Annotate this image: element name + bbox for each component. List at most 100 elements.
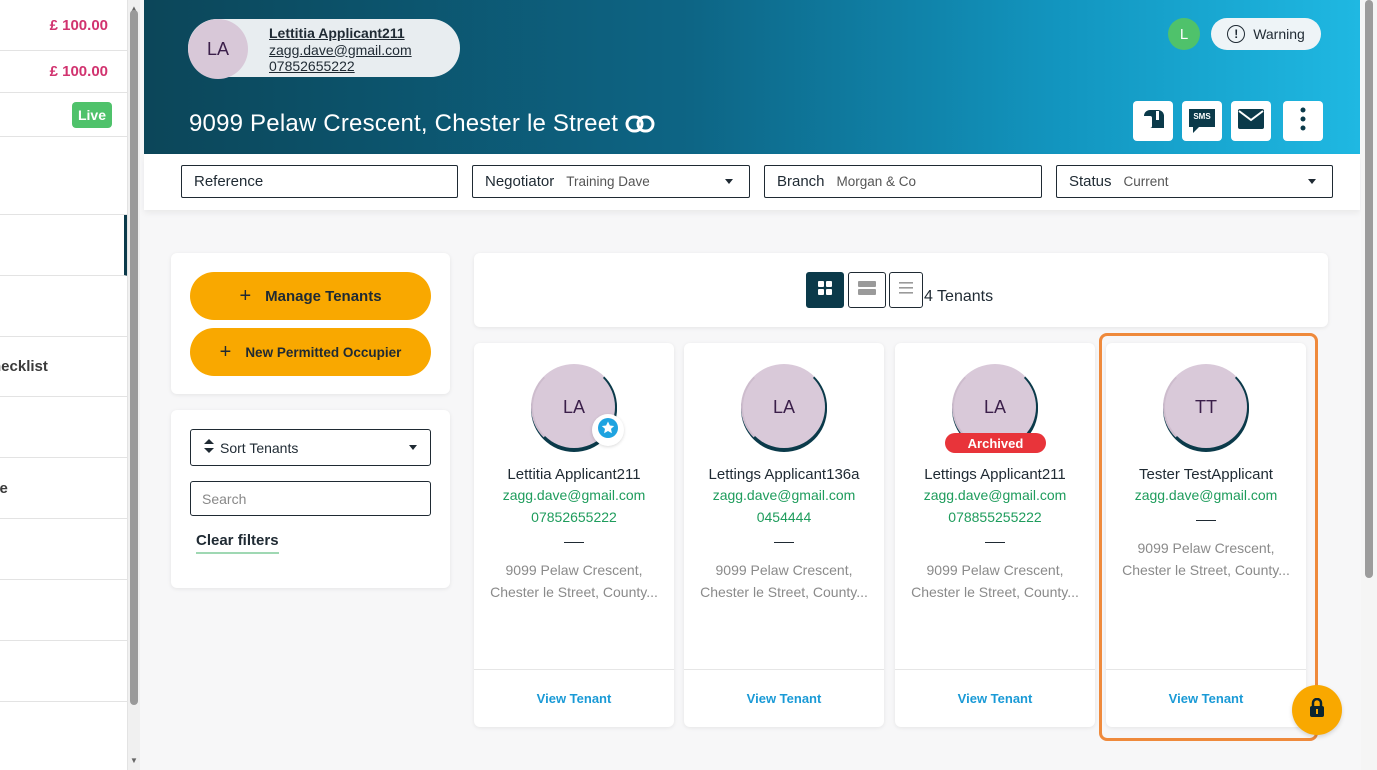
alert-icon: ! (1227, 25, 1246, 43)
tenant-email[interactable]: zagg.dave@gmail.com (474, 487, 674, 503)
lock-icon (1307, 697, 1327, 723)
left-panel: £ 100.00 £ 100.00 Live hecklist e nce (0, 0, 128, 770)
divider (774, 542, 794, 543)
tenant-name: Lettitia Applicant211 (507, 466, 641, 483)
warning-label: Warning (1253, 26, 1305, 42)
sms-label: SMS (1193, 112, 1211, 121)
link-icon[interactable] (625, 110, 655, 143)
negotiator-select[interactable]: Negotiator Training Dave (472, 165, 750, 198)
reference-field[interactable]: Reference (181, 165, 458, 198)
sidebar-item[interactable] (0, 276, 127, 337)
branch-label: Branch (777, 173, 825, 190)
divider (564, 542, 584, 543)
negotiator-label: Negotiator (485, 173, 555, 190)
status-value: Current (1123, 174, 1169, 189)
divider (684, 669, 884, 670)
branch-value: Morgan & Co (836, 174, 917, 189)
view-tenant-link[interactable]: View Tenant (474, 691, 674, 706)
archived-badge: Archived (945, 433, 1046, 453)
sort-tenants-select[interactable]: Sort Tenants (190, 429, 431, 466)
search-input[interactable] (190, 481, 431, 516)
view-tenant-link[interactable]: View Tenant (684, 691, 884, 706)
tenant-address-line: 9099 Pelaw Crescent, (715, 562, 853, 578)
mailbox-button[interactable] (1133, 101, 1173, 141)
sidebar-item-checklist[interactable]: hecklist (0, 337, 127, 397)
divider (985, 542, 1005, 543)
tenant-email[interactable]: zagg.dave@gmail.com (1106, 487, 1306, 503)
sidebar-item[interactable]: nce (0, 458, 127, 519)
grid-view-button[interactable] (806, 272, 844, 308)
tenant-phone[interactable]: 078855255222 (895, 509, 1095, 525)
plus-icon: + (239, 284, 252, 307)
caret-down-icon (409, 445, 417, 450)
contact-phone-link[interactable]: 07852655222 (269, 58, 412, 75)
tenant-address-line: Chester le Street, County... (911, 584, 1079, 600)
divider (895, 669, 1095, 670)
page-title: 9099 Pelaw Crescent, Chester le Street (189, 110, 619, 137)
tenant-count: 4 Tenants (924, 288, 994, 305)
sidebar-item-active[interactable] (0, 215, 127, 276)
sidebar-item[interactable] (0, 154, 127, 215)
price-row: £ 100.00 (0, 0, 127, 51)
sidebar-item-label: nce (0, 479, 8, 497)
card-list-view-button[interactable] (848, 272, 886, 308)
list-icon (899, 281, 913, 299)
tenant-email[interactable]: zagg.dave@gmail.com (684, 487, 884, 503)
new-permitted-occupier-button[interactable]: + New Permitted Occupier (190, 328, 431, 376)
sidebar-item[interactable] (0, 641, 127, 702)
contact-name-link[interactable]: Lettitia Applicant211 (269, 25, 412, 42)
email-button[interactable] (1231, 101, 1271, 141)
tenant-address-line: Chester le Street, County... (700, 584, 868, 600)
clear-filters-link[interactable]: Clear filters (196, 532, 279, 554)
kebab-menu-icon (1300, 107, 1306, 136)
envelope-icon (1237, 108, 1265, 135)
sidebar-item[interactable]: e (0, 397, 127, 458)
reference-label: Reference (194, 173, 264, 190)
caret-down-icon (725, 179, 733, 184)
price-value: £ 100.00 (49, 16, 108, 34)
tenant-actions-card: + Manage Tenants + New Permitted Occupie… (171, 253, 450, 394)
list-view-button[interactable] (889, 272, 923, 308)
page-scrollbar[interactable] (1361, 0, 1377, 770)
manage-tenants-button[interactable]: + Manage Tenants (190, 272, 431, 320)
sort-icon (204, 439, 214, 456)
new-permitted-occupier-label: New Permitted Occupier (245, 344, 402, 360)
scroll-thumb[interactable] (130, 10, 138, 705)
status-select[interactable]: Status Current (1056, 165, 1333, 198)
caret-down-icon (1308, 179, 1316, 184)
view-tenant-link[interactable]: View Tenant (895, 691, 1095, 706)
contact-email-link[interactable]: zagg.dave@gmail.com (269, 42, 412, 59)
tenant-toolbar: 4 Tenants (474, 253, 1328, 327)
tenant-address-line: 9099 Pelaw Crescent, (505, 562, 643, 578)
left-scrollbar[interactable]: ▲ ▼ (128, 0, 140, 770)
tenant-email[interactable]: zagg.dave@gmail.com (895, 487, 1095, 503)
sidebar-item-label: hecklist (0, 358, 48, 375)
more-options-button[interactable] (1283, 101, 1323, 141)
branch-field[interactable]: Branch Morgan & Co (764, 165, 1042, 198)
sidebar-item[interactable] (0, 519, 127, 580)
property-header: LA Lettitia Applicant211 zagg.dave@gmail… (144, 0, 1360, 154)
tenant-phone[interactable]: 07852655222 (474, 509, 674, 525)
sort-tenants-label: Sort Tenants (220, 439, 299, 456)
tenant-address-line: Chester le Street, County... (1122, 562, 1290, 578)
tenant-card: LA Lettitia Applicant211 zagg.dave@gmail… (474, 343, 674, 727)
scroll-thumb[interactable] (1365, 0, 1373, 578)
live-badge: Live (71, 101, 112, 128)
filter-bar: Reference Negotiator Training Dave Branc… (144, 154, 1360, 210)
sms-button[interactable]: SMS (1182, 101, 1222, 141)
tenant-card: LA Lettings Applicant136a zagg.dave@gmai… (684, 343, 884, 727)
avatar: LA (741, 364, 827, 450)
sidebar-item[interactable] (0, 580, 127, 641)
warning-button[interactable]: ! Warning (1211, 18, 1321, 50)
scroll-down-icon[interactable]: ▼ (130, 756, 138, 765)
tenant-card: TT Tester TestApplicant zagg.dave@gmail.… (1106, 343, 1306, 727)
tenant-address-line: 9099 Pelaw Crescent, (1137, 540, 1275, 556)
grid-icon (818, 280, 832, 300)
plus-icon: + (219, 340, 232, 363)
rows-icon (858, 280, 876, 300)
help-button[interactable] (1292, 685, 1342, 735)
tenant-phone[interactable]: 0454444 (684, 509, 884, 525)
user-avatar[interactable]: L (1168, 18, 1200, 50)
view-tenant-link[interactable]: View Tenant (1106, 691, 1306, 706)
tenant-address-line: Chester le Street, County... (490, 584, 658, 600)
